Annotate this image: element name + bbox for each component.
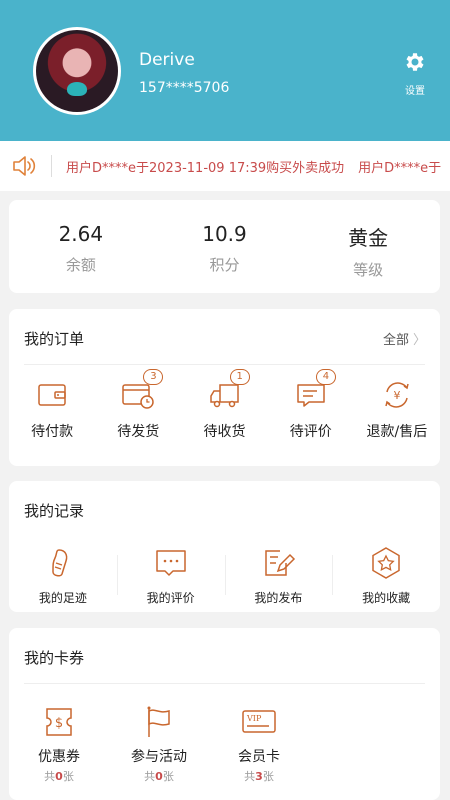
profile-header: Derive 157****5706 设置 [0, 0, 450, 141]
record-label: 我的收藏 [362, 591, 411, 605]
footprint-icon [52, 549, 68, 577]
refund-icon: ¥ [385, 382, 409, 408]
stat-points[interactable]: 10.9 积分 [153, 200, 297, 293]
svg-text:¥: ¥ [393, 389, 400, 402]
username: Derive [139, 50, 195, 70]
marquee-divider [51, 155, 52, 177]
order-pending-receipt[interactable]: 1 待收货 [181, 369, 267, 441]
account-stats-card: 2.64 余额 10.9 积分 黄金 等级 [9, 200, 440, 293]
badge-count: 4 [315, 369, 336, 385]
marquee-text: 用户D****e于2023-11-09 17:39购买外卖成功 用户D****e于 [66, 157, 450, 176]
coupon-activities[interactable]: 参与活动 共0张 [109, 704, 209, 784]
record-reviews[interactable]: 我的评价 [116, 545, 225, 606]
notice-marquee[interactable]: 用户D****e于2023-11-09 17:39购买外卖成功 用户D****e于 [0, 141, 450, 191]
settings-label: 设置 [405, 86, 425, 97]
gear-icon [406, 53, 424, 71]
stat-balance[interactable]: 2.64 余额 [9, 200, 153, 293]
coupon-discount[interactable]: $ 优惠券 共0张 [9, 704, 109, 784]
divider [24, 683, 425, 684]
record-favorites[interactable]: 我的收藏 [332, 545, 440, 606]
marquee-item: 用户D****e于 [358, 161, 442, 176]
avatar-image [36, 30, 118, 112]
record-label: 我的足迹 [38, 591, 87, 605]
speaker-icon [13, 156, 36, 176]
my-records-card: 我的记录 我的足迹 我的评价 我的发布 我的收藏 [9, 481, 440, 612]
order-pending-review[interactable]: 4 待评价 [268, 369, 354, 441]
order-label: 待付款 [31, 424, 74, 440]
order-label: 待评价 [289, 424, 332, 440]
order-pending-payment[interactable]: 待付款 [9, 377, 95, 441]
coupons-title: 我的卡券 [24, 649, 85, 667]
coupon-icon: $ [46, 708, 72, 736]
order-refund-aftersales[interactable]: ¥ 退款/售后 [354, 377, 440, 441]
order-label: 待收货 [203, 424, 246, 440]
record-label: 我的发布 [254, 591, 303, 605]
order-label: 待发货 [117, 424, 160, 440]
stat-label: 积分 [209, 256, 240, 274]
order-pending-shipment[interactable]: 3 待发货 [95, 369, 181, 441]
stat-value: 黄金 [348, 226, 389, 250]
orders-title: 我的订单 [24, 330, 85, 348]
record-label: 我的评价 [146, 591, 195, 605]
marquee-item: 用户D****e于2023-11-09 17:39购买外卖成功 [66, 161, 345, 176]
record-posts[interactable]: 我的发布 [224, 545, 333, 606]
settings-button[interactable]: 设置 [395, 50, 435, 97]
review-icon [155, 550, 186, 576]
stat-level[interactable]: 黄金 等级 [296, 200, 440, 293]
badge-count: 3 [143, 369, 164, 385]
coupon-count: 共0张 [44, 770, 74, 783]
order-label: 退款/售后 [366, 424, 428, 440]
avatar[interactable] [33, 27, 121, 115]
my-coupons-card: 我的卡券 $ 优惠券 共0张 参与活动 共0张 VIP 会员卡 共3张 [9, 628, 440, 800]
coupon-vip-card[interactable]: VIP 会员卡 共3张 [209, 704, 309, 784]
coupon-label: 参与活动 [131, 749, 187, 765]
flag-icon [147, 706, 170, 737]
stat-label: 余额 [65, 256, 96, 274]
record-footprints[interactable]: 我的足迹 [9, 545, 117, 606]
phone-number: 157****5706 [139, 80, 230, 96]
coupon-count: 共0张 [144, 770, 174, 783]
coupon-label: 优惠券 [38, 749, 80, 765]
divider [24, 364, 425, 365]
orders-view-all-link[interactable]: 全部〉 [383, 329, 426, 348]
my-orders-card: 我的订单 全部〉 待付款 3 待发货 1 待收货 4 待评价 ¥ 退款/售后 [9, 309, 440, 466]
stat-label: 等级 [353, 261, 384, 279]
stat-value: 10.9 [202, 222, 247, 246]
svg-text:VIP: VIP [246, 714, 262, 723]
records-title: 我的记录 [24, 502, 85, 520]
vip-card-icon: VIP [242, 710, 276, 733]
view-all-label: 全部 [382, 333, 409, 348]
badge-count: 1 [229, 369, 250, 385]
coupon-count: 共3张 [244, 770, 274, 783]
wallet-icon [38, 384, 66, 406]
stat-value: 2.64 [58, 222, 104, 246]
favorite-icon [372, 547, 400, 579]
chevron-right-icon: 〉 [412, 333, 426, 348]
coupon-label: 会员卡 [238, 749, 280, 765]
svg-text:$: $ [55, 716, 63, 731]
publish-icon [265, 550, 296, 576]
